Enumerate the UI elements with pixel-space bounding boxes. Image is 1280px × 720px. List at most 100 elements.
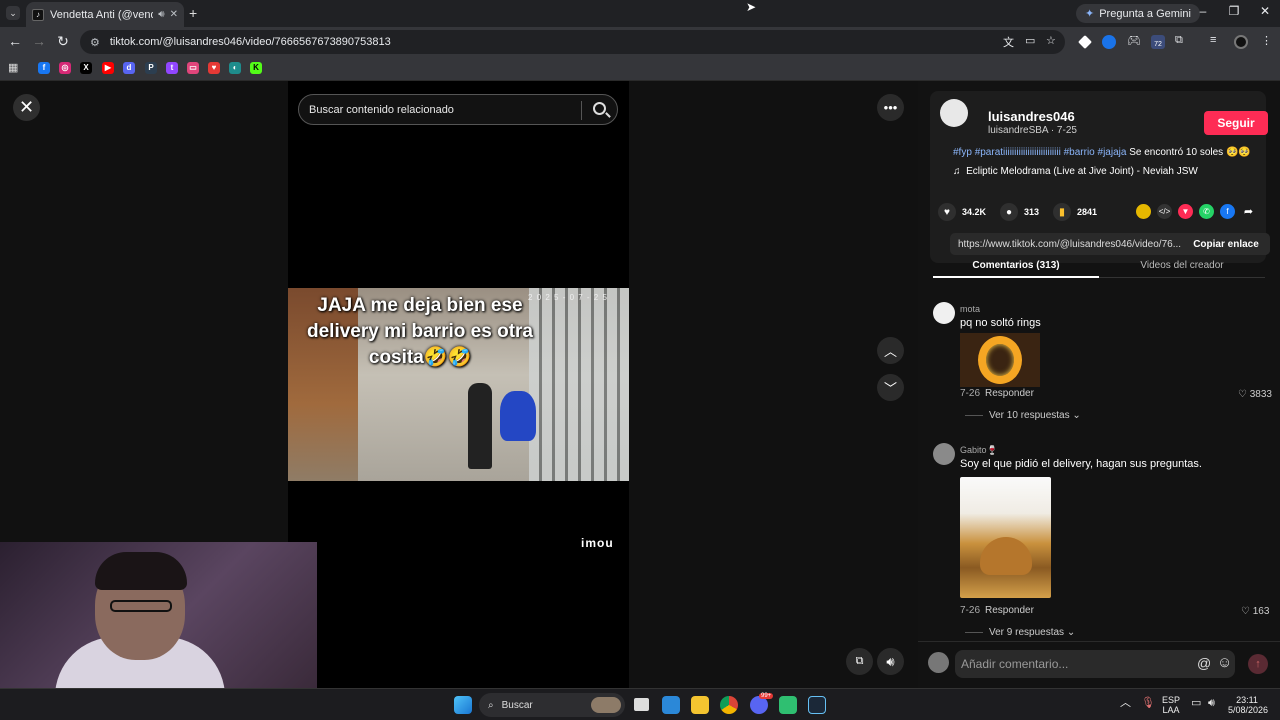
tab-creator-videos[interactable]: Videos del creador [1099,260,1265,271]
comment-stat[interactable]: ● 313 [1000,203,1039,221]
address-bar[interactable]: ⚙︎ tiktok.com/@luisandres046/video/76665… [80,30,1065,54]
store-icon[interactable] [662,696,680,714]
whatsapp-icon[interactable]: ✆ [1199,204,1214,219]
file-explorer-icon[interactable] [691,696,709,714]
coin-icon[interactable] [1136,204,1151,219]
tab-tiktok[interactable]: ♪ Vendetta Anti (@vendetta... 🔊︎ ✕ [26,2,184,27]
youtube-bookmark-icon[interactable]: ▶ [102,62,114,74]
clock[interactable]: 23:11 5/08/2026 [1228,695,1268,715]
site-info-icon[interactable]: ⚙︎ [90,36,100,49]
like-stat[interactable]: ♥ 34.2K [938,203,986,221]
comment-like[interactable]: ♡ 3833 [1238,389,1272,400]
author-avatar[interactable] [940,99,968,127]
tab-comments[interactable]: Comentarios (313) [933,260,1099,271]
previous-video-button[interactable]: ︿ [877,337,904,364]
reply-button[interactable]: Responder [985,388,1034,399]
windows-start-icon[interactable] [454,696,472,714]
network-icon[interactable]: ▭ [1191,698,1201,709]
apps-grid-icon[interactable]: ▦ [8,61,18,74]
reload-button[interactable]: ↻ [54,33,72,50]
bookmark-teal-icon[interactable]: ◐ [229,62,241,74]
hashtag[interactable]: #barrio [1064,147,1095,158]
share-link-box[interactable]: https://www.tiktok.com/@luisandres046/vi… [950,233,1270,255]
bookmark-blue-icon[interactable]: P [145,62,157,74]
discord-bookmark-icon[interactable]: d [123,62,135,74]
follow-button[interactable]: Seguir [1204,111,1268,135]
taskbar-search[interactable]: ⌕ Buscar [479,693,625,717]
windows-taskbar: ⌕ Buscar 99+ ︿ 🎙︎ ESP LAA ▭ 🔊︎ 23:11 5/0… [0,688,1280,720]
comment-food-image[interactable] [960,477,1051,598]
extension-gamepad-icon[interactable]: 🎮︎ [1127,34,1141,47]
app-green-icon[interactable] [779,696,797,714]
send-comment-button[interactable]: ↑ [1248,654,1268,674]
translate-icon[interactable]: 文 [1003,34,1014,50]
commenter-name[interactable]: mota [960,304,980,314]
maximize-button[interactable]: ❐ [1219,4,1249,18]
copy-link-button[interactable]: Copiar enlace [1182,233,1270,255]
commenter-avatar[interactable] [933,443,955,465]
chrome-icon[interactable] [720,696,738,714]
hashtag[interactable]: #fyp [953,147,972,158]
related-search-input[interactable]: Buscar contenido relacionado [298,94,618,125]
steam-icon[interactable] [808,696,826,714]
menu-kebab-icon[interactable]: ⋮ [1261,34,1272,47]
comment-input[interactable]: Añadir comentario... [955,650,1235,678]
send-icon[interactable]: ▼ [1178,204,1193,219]
extension-blue-icon[interactable] [1102,35,1116,49]
language-indicator[interactable]: ESP LAA [1162,695,1180,715]
close-viewer-button[interactable]: ✕ [13,94,40,121]
search-icon: ⌕ [488,699,494,711]
emoji-icon[interactable]: ☺ [1217,654,1232,671]
volume-button[interactable]: 🔊︎ [877,648,904,675]
hashtag[interactable]: #jajaja [1098,147,1127,158]
x-bookmark-icon[interactable]: X [80,62,92,74]
facebook-share-icon[interactable]: f [1220,204,1235,219]
extension-diamond-icon[interactable] [1078,35,1092,49]
gemini-button[interactable]: ✦ Pregunta a Gemini [1076,4,1200,23]
twitch-bookmark-icon[interactable]: t [166,62,178,74]
microphone-icon[interactable]: 🎙︎ [1141,698,1155,709]
bookmark-pink-icon[interactable]: ▭ [187,62,199,74]
forward-button[interactable]: → [30,33,48,49]
view-replies-button[interactable]: Ver 10 respuestas ⌄ [965,410,1081,421]
save-stat[interactable]: ▮ 2841 [1053,203,1097,221]
reply-button[interactable]: Responder [985,605,1034,616]
speaker-icon[interactable]: 🔊︎ [158,9,164,20]
bookmark-star-icon[interactable]: ☆ [1046,34,1056,47]
facebook-bookmark-icon[interactable]: f [38,62,50,74]
share-arrow-icon[interactable]: ➦ [1241,204,1256,219]
volume-tray-icon[interactable]: 🔊︎ [1208,698,1215,709]
new-tab-button[interactable]: + [189,5,197,21]
embed-icon[interactable]: </> [1157,204,1172,219]
hashtag[interactable]: #paratiiiiiiiiiiiiiiiiiiiiiiiiii [975,147,1061,158]
task-view-icon[interactable] [634,698,649,711]
media-control-icon[interactable]: ≡ [1210,34,1216,46]
bookmark-red-icon[interactable]: ♥ [208,62,220,74]
search-placeholder: Buscar contenido relacionado [309,103,454,116]
comment-gif-ring[interactable] [960,333,1040,387]
minimize-button[interactable]: – [1188,4,1218,18]
profile-avatar-icon[interactable] [1234,35,1248,49]
extension-badge-icon[interactable]: 72 [1151,35,1165,49]
close-tab-icon[interactable]: ✕ [170,9,178,20]
extensions-puzzle-icon[interactable]: ⧉ [1175,34,1183,47]
cast-icon[interactable]: ▭ [1025,34,1035,47]
kick-bookmark-icon[interactable]: K [250,62,262,74]
mention-icon[interactable]: @ [1197,655,1211,671]
close-window-button[interactable]: ✕ [1250,4,1280,18]
floating-player-button[interactable]: ⧉ [846,648,873,675]
tray-overflow-icon[interactable]: ︿ [1120,698,1131,709]
author-username[interactable]: luisandres046 [988,109,1075,124]
search-icon[interactable] [593,102,606,115]
tab-search-button[interactable]: ⌄ [6,6,20,20]
comment-like[interactable]: ♡ 163 [1241,606,1269,617]
view-replies-button[interactable]: Ver 9 respuestas ⌄ [965,627,1075,638]
music-link[interactable]: ♫ Ecliptic Melodrama (Live at Jive Joint… [953,166,1198,177]
instagram-bookmark-icon[interactable]: ◎ [59,62,71,74]
more-options-button[interactable]: ••• [877,94,904,121]
commenter-name[interactable]: Gabito🍷 [960,445,998,456]
music-title: Ecliptic Melodrama (Live at Jive Joint) … [966,166,1198,177]
commenter-avatar[interactable] [933,302,955,324]
next-video-button[interactable]: ﹀ [877,374,904,401]
back-button[interactable]: ← [6,33,24,49]
